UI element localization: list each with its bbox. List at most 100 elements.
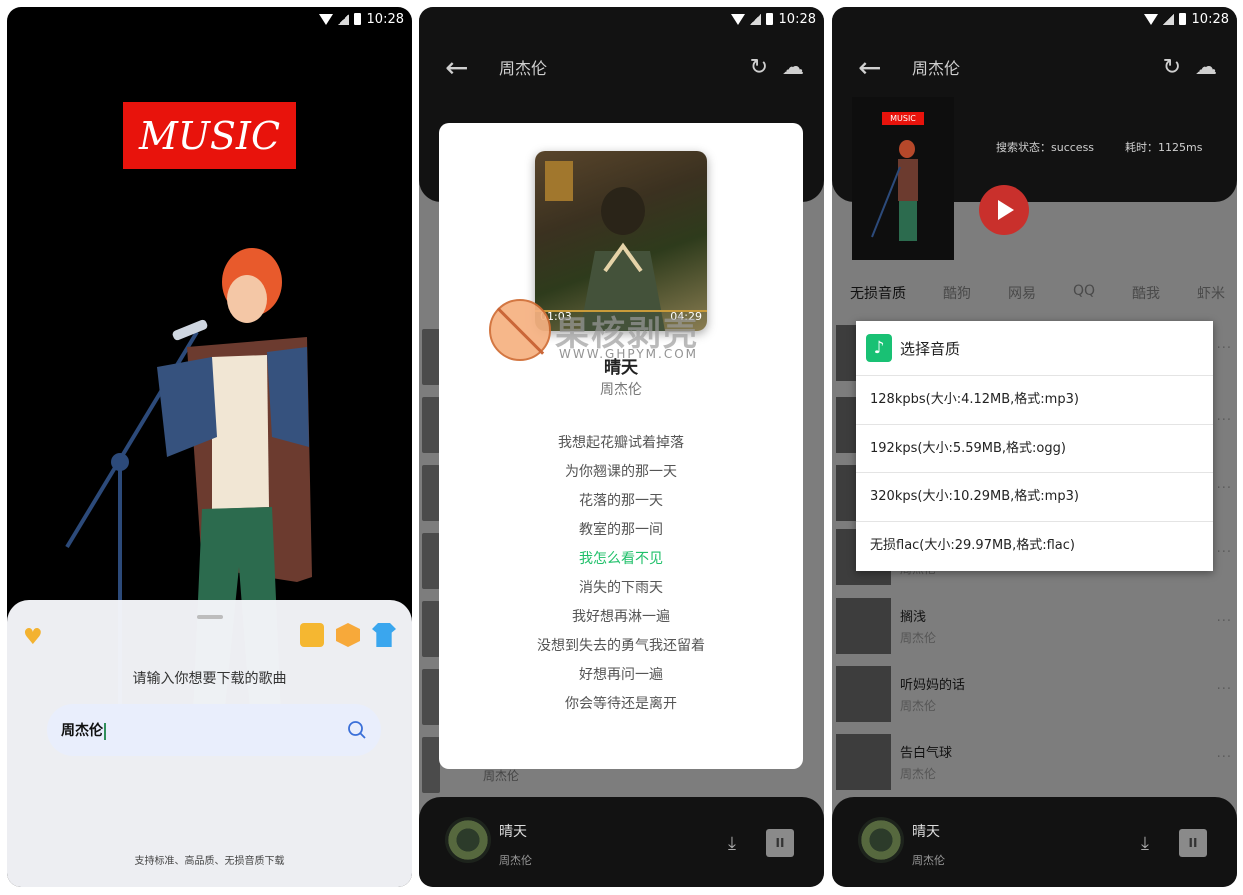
song-thumb xyxy=(836,598,891,654)
more-icon[interactable]: ··· xyxy=(1217,750,1232,765)
tab-qq[interactable]: QQ xyxy=(1073,283,1095,303)
pause-button[interactable]: II xyxy=(766,829,794,857)
battery-icon xyxy=(1178,13,1186,25)
refresh-icon[interactable]: ↻ xyxy=(1163,55,1181,80)
search-sheet: ♥ 请输入你想要下载的歌曲 周杰伦 支持标准、高品质、无损音质下载 xyxy=(7,600,412,887)
more-icon[interactable]: ··· xyxy=(1217,682,1232,697)
back-arrow-icon[interactable]: ← xyxy=(445,51,468,84)
quality-dialog: ♪ 选择音质 128kpbs(大小:4.12MB,格式:mp3) 192kps(… xyxy=(856,321,1213,571)
player-title: 晴天 xyxy=(499,824,527,840)
player-artist: 周杰伦 xyxy=(499,854,532,867)
status-bar: 10:28 xyxy=(419,7,824,31)
battery-icon xyxy=(765,13,773,25)
lyric-line: 你会等待还是离开 xyxy=(565,696,677,712)
download-icon[interactable]: ⤓ xyxy=(1141,833,1163,855)
list-item[interactable]: 听妈妈的话 周杰伦 ··· xyxy=(836,666,1236,722)
top-bar: ← 周杰伦 ↻ ☁ xyxy=(832,45,1237,89)
wifi-icon xyxy=(1143,13,1158,25)
feature-note: 支持标准、高品质、无损音质下载 xyxy=(134,856,285,867)
wifi-icon xyxy=(730,13,745,25)
lyric-line: 好想再问一遍 xyxy=(579,667,663,683)
quality-option-320[interactable]: 320kps(大小:10.29MB,格式:mp3) xyxy=(856,473,1213,522)
tab-xiami[interactable]: 虾米 xyxy=(1197,283,1225,303)
clock: 10:28 xyxy=(778,11,816,27)
cloud-download-icon[interactable]: ☁ xyxy=(1195,55,1217,80)
lyric-line: 教室的那一间 xyxy=(579,522,663,538)
list-thumb xyxy=(422,465,440,521)
lyric-line: 我想起花瓣试着掉落 xyxy=(558,435,684,451)
more-icon[interactable]: ··· xyxy=(1217,413,1232,428)
status-bar: 10:28 xyxy=(7,7,412,31)
search-input[interactable]: 周杰伦 xyxy=(61,720,347,740)
mini-logo: MUSIC xyxy=(882,112,924,125)
elapsed-time: 耗时：1125ms xyxy=(1125,141,1203,154)
lyric-line: 花落的那一天 xyxy=(579,493,663,509)
hexagon-settings-icon[interactable] xyxy=(336,623,360,647)
signal-icon xyxy=(749,13,761,25)
lyrics-list: 我想起花瓣试着掉落 为你翘课的那一天 花落的那一天 教室的那一间 我怎么看不见 … xyxy=(439,429,803,719)
list-thumb xyxy=(422,601,440,657)
search-icon[interactable] xyxy=(347,720,367,740)
search-input-value: 周杰伦 xyxy=(61,723,103,739)
quality-option-flac[interactable]: 无损flac(大小:29.97MB,格式:flac) xyxy=(856,522,1213,571)
tab-kugou[interactable]: 酷狗 xyxy=(943,283,971,303)
drag-handle[interactable] xyxy=(197,615,223,619)
wifi-icon xyxy=(318,13,333,25)
quality-option-128[interactable]: 128kpbs(大小:4.12MB,格式:mp3) xyxy=(856,376,1213,425)
watermark-url: WWW.GHPYM.COM xyxy=(559,347,699,361)
play-icon xyxy=(998,200,1014,220)
player-artist: 周杰伦 xyxy=(912,854,945,867)
theme-shirt-icon[interactable] xyxy=(372,623,396,647)
clock: 10:28 xyxy=(1191,11,1229,27)
search-box[interactable]: 周杰伦 xyxy=(47,704,381,756)
status-bar: 10:28 xyxy=(832,7,1237,31)
song-artist: 周杰伦 xyxy=(900,631,937,645)
cloud-download-icon[interactable]: ☁ xyxy=(782,55,804,80)
player-album-disc xyxy=(858,817,904,863)
text-caret xyxy=(104,722,106,740)
favorite-heart-icon[interactable]: ♥ xyxy=(23,625,43,650)
more-icon[interactable]: ··· xyxy=(1217,545,1232,560)
player-title: 晴天 xyxy=(912,824,940,840)
more-icon[interactable]: ··· xyxy=(1217,341,1232,356)
lyric-line: 为你翘课的那一天 xyxy=(565,464,677,480)
download-icon[interactable]: ⤓ xyxy=(728,833,750,855)
tab-netease[interactable]: 网易 xyxy=(1008,283,1036,303)
lyric-line: 没想到失去的勇气我还留着 xyxy=(537,638,705,654)
dialog-header: ♪ 选择音质 xyxy=(856,321,1213,376)
folder-icon[interactable] xyxy=(300,623,324,647)
tab-lossless[interactable]: 无损音质 xyxy=(850,283,906,303)
more-icon[interactable]: ··· xyxy=(1217,614,1232,629)
screen-lyrics: 10:28 ← 周杰伦 ↻ ☁ 周杰伦 01:03 04:29 晴天 周杰伦 我想… xyxy=(419,7,824,887)
mini-player[interactable]: 晴天 周杰伦 ⤓ II xyxy=(832,797,1237,887)
list-thumb xyxy=(422,329,440,385)
lyric-line: 我好想再淋一遍 xyxy=(572,609,670,625)
list-item[interactable]: 告白气球 周杰伦 ··· xyxy=(836,734,1236,790)
search-status: 搜索状态：success xyxy=(996,141,1095,154)
back-arrow-icon[interactable]: ← xyxy=(858,51,881,84)
list-item[interactable]: 搁浅 周杰伦 ··· xyxy=(836,598,1236,654)
player-album-disc xyxy=(445,817,491,863)
dialog-title: 选择音质 xyxy=(900,339,961,358)
song-artist: 周杰伦 xyxy=(900,699,937,713)
screen-search: 10:28 MUSIC ♥ 请输入你想要下载的歌曲 周杰伦 支持标准、高品质、无… xyxy=(7,7,412,887)
lyric-line: 消失的下雨天 xyxy=(579,580,663,596)
list-thumb xyxy=(422,533,440,589)
album-thumbnail: MUSIC xyxy=(852,97,954,260)
more-icon[interactable]: ··· xyxy=(1217,481,1232,496)
clock: 10:28 xyxy=(366,11,404,27)
app-logo: MUSIC xyxy=(123,102,296,169)
lyrics-dialog: 01:03 04:29 晴天 周杰伦 我想起花瓣试着掉落 为你翘课的那一天 花落… xyxy=(439,123,803,769)
list-thumb xyxy=(422,397,440,453)
tab-kuwo[interactable]: 酷我 xyxy=(1132,283,1160,303)
signal-icon xyxy=(337,13,349,25)
signal-icon xyxy=(1162,13,1174,25)
pause-button[interactable]: II xyxy=(1179,829,1207,857)
play-button[interactable] xyxy=(979,185,1029,235)
mini-player[interactable]: 晴天 周杰伦 ⤓ II xyxy=(419,797,824,887)
song-title: 搁浅 xyxy=(900,610,927,625)
quality-option-192[interactable]: 192kps(大小:5.59MB,格式:ogg) xyxy=(856,425,1213,473)
refresh-icon[interactable]: ↻ xyxy=(750,55,768,80)
page-title: 周杰伦 xyxy=(912,59,961,78)
battery-icon xyxy=(353,13,361,25)
